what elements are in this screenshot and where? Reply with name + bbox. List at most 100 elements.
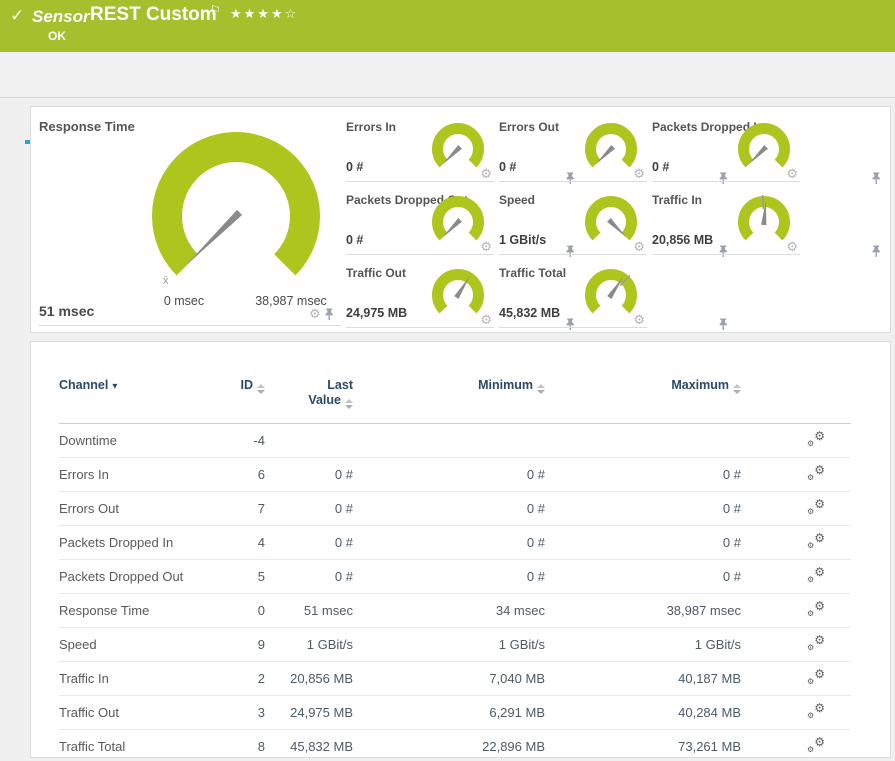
channels-table-panel: Channel▾ ID Last Value Minimum Maximum xyxy=(30,341,891,758)
gauge-cell-errors-in[interactable]: Errors In 0 # ⚙ xyxy=(346,116,494,189)
column-header-minimum[interactable]: Minimum xyxy=(353,378,545,394)
sort-icon xyxy=(537,384,545,394)
average-tick xyxy=(763,195,764,209)
small-gauge xyxy=(431,122,485,176)
channel-settings-icon[interactable]: ⚙⚙ xyxy=(807,635,825,651)
last-value: 51 msec xyxy=(265,603,353,618)
column-header-channel[interactable]: Channel▾ xyxy=(59,378,209,394)
last-value: 1 GBit/s xyxy=(265,637,353,652)
gauge-cell-traffic-total[interactable]: Traffic Total 45,832 MB ⚙ xyxy=(499,262,647,335)
minimum-value: 0 # xyxy=(353,535,545,550)
pin-icon[interactable] xyxy=(324,308,335,321)
last-value: 0 # xyxy=(265,569,353,584)
gear-icon[interactable]: ⚙ xyxy=(480,312,492,328)
pin-icon[interactable] xyxy=(871,245,882,258)
table-row-traffic-out[interactable]: Traffic Out 3 24,975 MB 6,291 MB 40,284 … xyxy=(59,696,851,730)
channel-settings-icon[interactable]: ⚙⚙ xyxy=(807,465,825,481)
channel-id: 0 xyxy=(209,603,265,618)
column-header-label: Maximum xyxy=(671,378,729,392)
column-header-label: Channel xyxy=(59,378,108,392)
divider xyxy=(499,327,647,328)
divider xyxy=(652,181,800,182)
response-time-gauge-title: Response Time xyxy=(39,119,135,134)
channel-settings-icon[interactable]: ⚙⚙ xyxy=(807,567,825,583)
gear-icon[interactable]: ⚙ xyxy=(786,166,798,182)
table-row-errors-in[interactable]: Errors In 6 0 # 0 # 0 # ⚙⚙ xyxy=(59,458,851,492)
pin-icon[interactable] xyxy=(871,172,882,185)
gauge-cell-packets-dropped-in[interactable]: Packets Dropped In 0 # ⚙ xyxy=(652,116,800,189)
response-time-gauge[interactable] xyxy=(141,121,331,311)
channel-settings-icon[interactable]: ⚙⚙ xyxy=(807,601,825,617)
table-row-speed[interactable]: Speed 9 1 GBit/s 1 GBit/s 1 GBit/s ⚙⚙ xyxy=(59,628,851,662)
gauge-title: Traffic In xyxy=(652,193,702,207)
divider xyxy=(499,254,647,255)
table-row-errors-out[interactable]: Errors Out 7 0 # 0 # 0 # ⚙⚙ xyxy=(59,492,851,526)
gear-icon[interactable]: ⚙ xyxy=(309,306,321,322)
small-gauge xyxy=(584,195,638,249)
channel-id: 4 xyxy=(209,535,265,550)
divider xyxy=(346,327,494,328)
channel-id: 3 xyxy=(209,705,265,720)
divider xyxy=(652,254,800,255)
channel-id: 2 xyxy=(209,671,265,686)
gauge-cell-errors-out[interactable]: Errors Out 0 # ⚙ xyxy=(499,116,647,189)
status-badge: OK xyxy=(48,29,66,43)
table-row-response-time[interactable]: Response Time 0 51 msec 34 msec 38,987 m… xyxy=(59,594,851,628)
minimum-value: 6,291 MB xyxy=(353,705,545,720)
maximum-value: 0 # xyxy=(545,467,741,482)
channel-settings-icon[interactable]: ⚙⚙ xyxy=(807,499,825,515)
gauge-cell-icons: ⚙ xyxy=(480,166,492,182)
divider xyxy=(39,325,341,326)
column-header-label: Last xyxy=(327,378,353,392)
pin-icon[interactable] xyxy=(718,318,729,331)
table-row-traffic-in[interactable]: Traffic In 2 20,856 MB 7,040 MB 40,187 M… xyxy=(59,662,851,696)
column-header-label: ID xyxy=(241,378,254,392)
gear-icon[interactable]: ⚙ xyxy=(480,239,492,255)
gear-icon[interactable]: ⚙ xyxy=(786,239,798,255)
gauge-cell-packets-dropped-out[interactable]: Packets Dropped Out 0 # ⚙ xyxy=(346,189,494,262)
gauge-cell-traffic-out[interactable]: Traffic Out 24,975 MB ⚙ xyxy=(346,262,494,335)
last-value: 20,856 MB xyxy=(265,671,353,686)
priority-stars[interactable]: ★★★★☆ xyxy=(230,6,298,22)
gear-icon[interactable]: ⚙ xyxy=(480,166,492,182)
channel-settings-icon[interactable]: ⚙⚙ xyxy=(807,737,825,753)
maximum-value: 0 # xyxy=(545,535,741,550)
gauges-panel: Response Time x̄ 0 msec 38,987 msec 51 m… xyxy=(30,106,891,333)
table-row-packets-dropped-in[interactable]: Packets Dropped In 4 0 # 0 # 0 # ⚙⚙ xyxy=(59,526,851,560)
sort-icon xyxy=(345,399,353,409)
gauge-cell-traffic-in[interactable]: Traffic In 20,856 MB ⚙ xyxy=(652,189,800,262)
channel-settings-icon[interactable]: ⚙⚙ xyxy=(807,703,825,719)
column-header-id[interactable]: ID xyxy=(209,378,265,394)
minimum-value: 7,040 MB xyxy=(353,671,545,686)
status-ok-check-icon: ✓ xyxy=(10,6,24,26)
maximum-value: 1 GBit/s xyxy=(545,637,741,652)
gear-icon[interactable]: ⚙ xyxy=(633,312,645,328)
channel-settings-icon[interactable]: ⚙⚙ xyxy=(807,431,825,447)
last-value: 0 # xyxy=(265,467,353,482)
channel-name: Response Time xyxy=(59,603,209,618)
channel-id: 8 xyxy=(209,739,265,754)
channel-id: 5 xyxy=(209,569,265,584)
channel-name: Packets Dropped Out xyxy=(59,569,209,584)
gear-icon[interactable]: ⚙ xyxy=(633,166,645,182)
gauge-needle xyxy=(182,210,242,269)
average-marker: x̄ xyxy=(163,275,169,287)
channel-settings-icon[interactable]: ⚙⚙ xyxy=(807,669,825,685)
table-row-packets-dropped-out[interactable]: Packets Dropped Out 5 0 # 0 # 0 # ⚙⚙ xyxy=(59,560,851,594)
flag-icon[interactable]: ⚐ xyxy=(210,3,221,17)
column-header-last-value[interactable]: Last Value xyxy=(265,378,353,409)
last-value: 0 # xyxy=(265,501,353,516)
gauge-value: 0 # xyxy=(346,233,363,247)
gauge-cell-speed[interactable]: Speed 1 GBit/s ⚙ xyxy=(499,189,647,262)
channel-name: Errors In xyxy=(59,467,209,482)
gauge-title: Errors Out xyxy=(499,120,559,134)
table-row-downtime[interactable]: Downtime -4 ⚙⚙ xyxy=(59,424,851,458)
maximum-value: 0 # xyxy=(545,569,741,584)
gauge-value: 0 # xyxy=(346,160,363,174)
gauge-cell-icons: ⚙ xyxy=(480,312,492,328)
channel-name: Speed xyxy=(59,637,209,652)
table-row-traffic-total[interactable]: Traffic Total 8 45,832 MB 22,896 MB 73,2… xyxy=(59,730,851,761)
column-header-maximum[interactable]: Maximum xyxy=(545,378,741,394)
gear-icon[interactable]: ⚙ xyxy=(633,239,645,255)
channel-settings-icon[interactable]: ⚙⚙ xyxy=(807,533,825,549)
